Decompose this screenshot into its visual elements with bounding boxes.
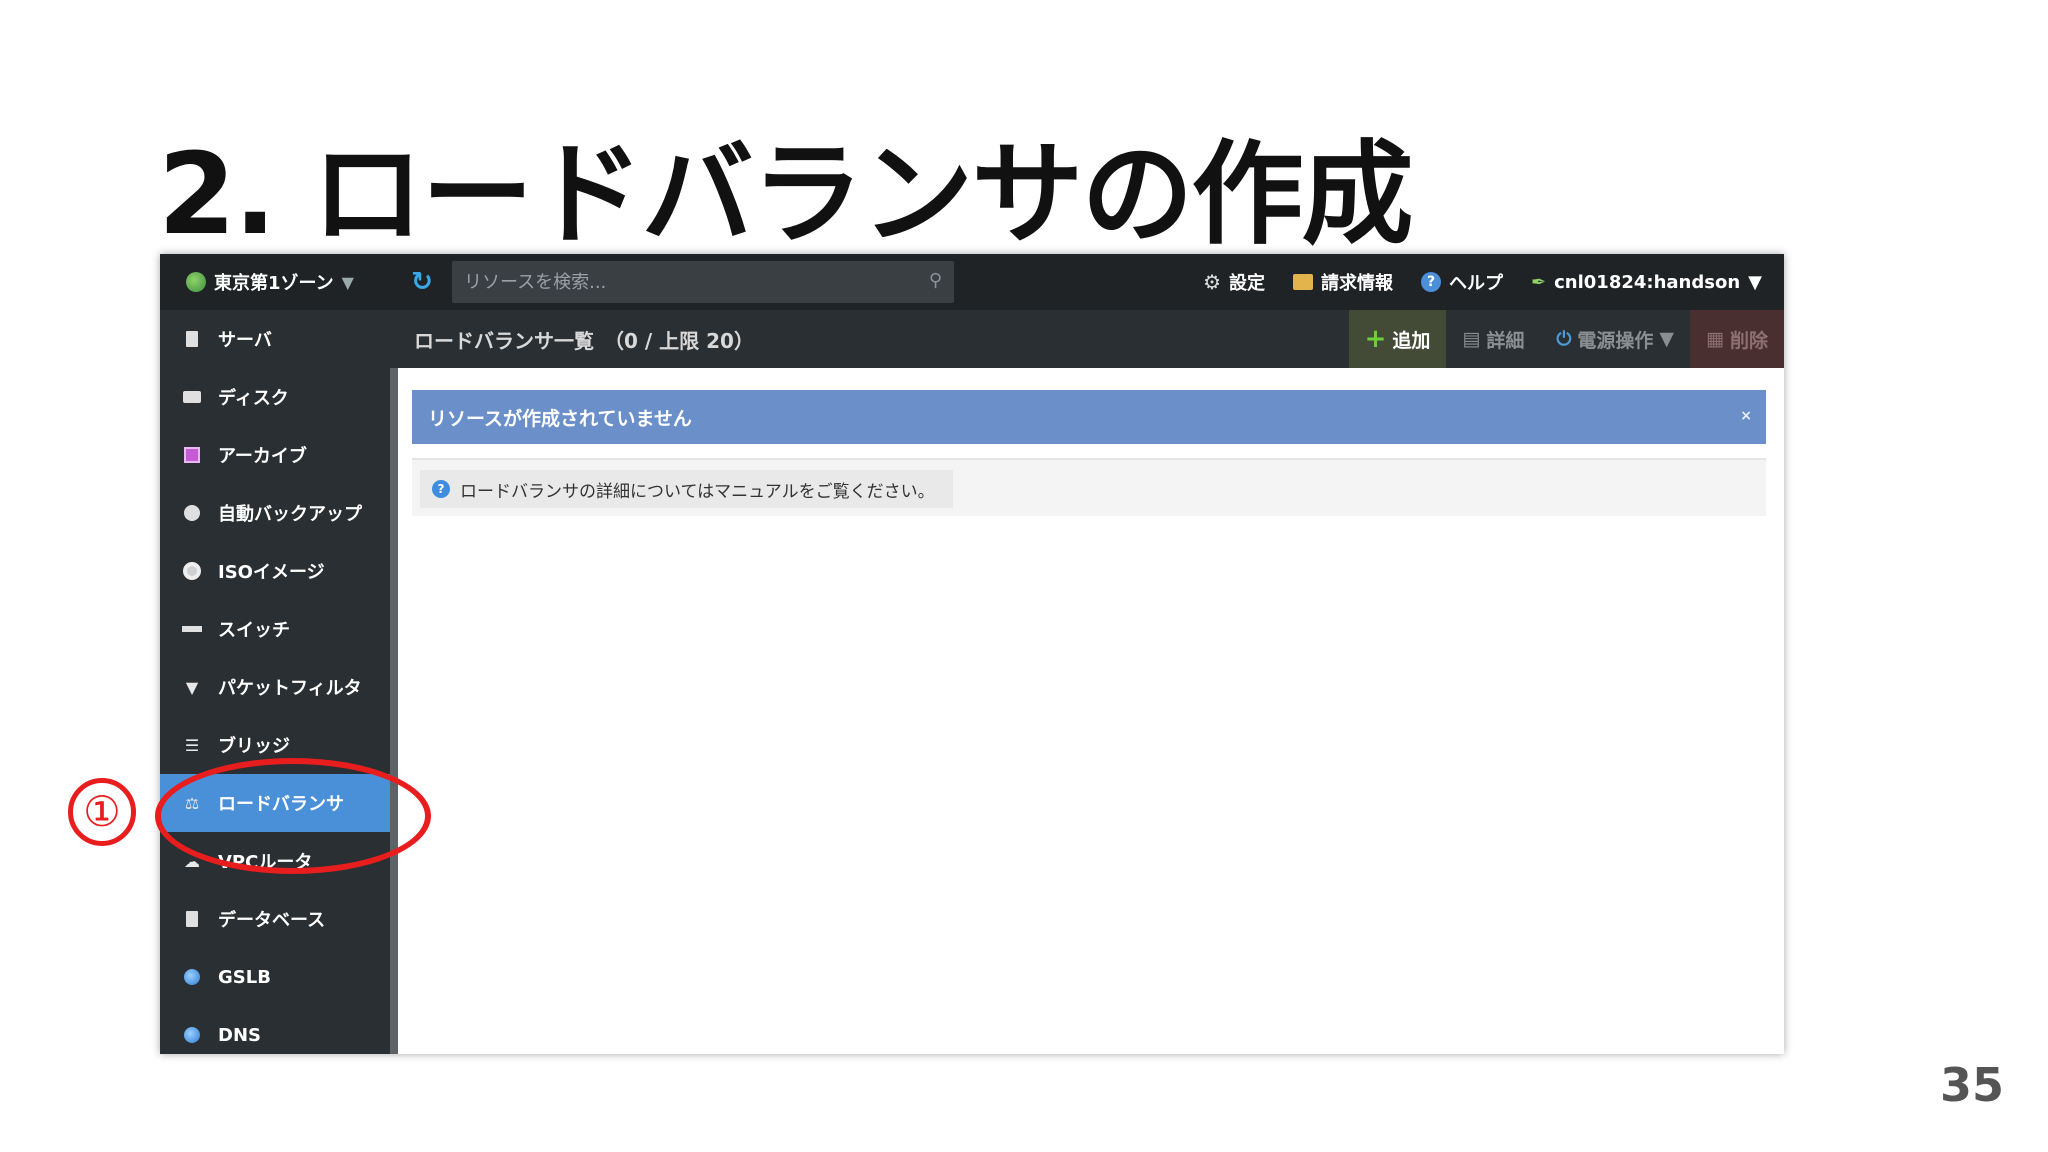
add-button[interactable]: + 追加 [1348, 310, 1447, 368]
sidebar-item-bridge[interactable]: ☰ ブリッジ [160, 716, 390, 774]
sidebar-item-disk[interactable]: ディスク [160, 368, 390, 426]
billing-icon [1293, 274, 1314, 290]
trash-icon: ▦ [1706, 328, 1724, 350]
dns-icon [182, 1025, 202, 1045]
sidebar: サーバ ディスク アーカイブ 自動バックアップ ISOイメージ スイッチ ▼ パ… [160, 310, 390, 1054]
help-label: ヘルプ [1449, 273, 1504, 294]
sidebar-item-label: パケットフィルタ [218, 678, 362, 699]
close-icon[interactable]: × [1740, 408, 1752, 424]
filter-icon: ▼ [185, 677, 199, 697]
sidebar-item-iso[interactable]: ISOイメージ [160, 542, 390, 600]
bridge-icon: ☰ [184, 735, 200, 755]
help-link[interactable]: ? ヘルプ [1421, 269, 1503, 295]
zone-label: 東京第1ゾーン [214, 273, 334, 294]
sidebar-item-auto-backup[interactable]: 自動バックアップ [160, 484, 390, 542]
sidebar-item-archive[interactable]: アーカイブ [160, 426, 390, 484]
sidebar-item-vpc-router[interactable]: ☁ VPCルータ [160, 832, 390, 890]
slide-title: 2. ロードバランサの作成 [158, 130, 1413, 260]
sidebar-item-label: スイッチ [218, 620, 290, 641]
detail-label: 詳細 [1486, 329, 1525, 352]
question-icon: ? [432, 480, 450, 498]
help-icon: ? [1421, 272, 1442, 292]
billing-label: 請求情報 [1321, 273, 1394, 294]
settings-link[interactable]: ⚙ 設定 [1203, 269, 1265, 295]
search-input[interactable] [452, 261, 954, 303]
caret-down-icon: ▼ [1659, 328, 1675, 350]
pen-icon: ✒ [1531, 271, 1547, 293]
server-icon [182, 329, 202, 349]
caret-down-icon: ▼ [341, 272, 354, 292]
cloud-icon: ☁ [184, 851, 200, 871]
sidebar-item-server[interactable]: サーバ [160, 310, 390, 368]
sidebar-item-label: DNS [218, 1024, 261, 1046]
sidebar-item-label: 自動バックアップ [218, 504, 362, 525]
main-content: リソースが作成されていません × ? ロードバランサの詳細についてはマニュアルを… [390, 368, 1784, 1054]
list-title: ロードバランサ一覧 （0 / 上限 20） [414, 328, 754, 353]
sidebar-item-label: ブリッジ [218, 736, 290, 757]
sidebar-item-gslb[interactable]: GSLB [160, 948, 390, 1006]
manual-info: ? ロードバランサの詳細についてはマニュアルをご覧ください。 [420, 470, 953, 508]
sidebar-item-label: VPCルータ [218, 852, 313, 873]
detail-button[interactable]: ▤ 詳細 [1446, 310, 1540, 368]
globe-icon [186, 272, 206, 292]
refresh-icon[interactable]: ↻ [392, 267, 452, 297]
add-label: 追加 [1392, 329, 1431, 352]
alert-text: リソースが作成されていません [428, 407, 692, 430]
delete-label: 削除 [1729, 329, 1768, 352]
sidebar-item-label: データベース [218, 910, 326, 931]
screenshot-frame: 東京第1ゾーン ▼ ↻ ⚲ ⚙ 設定 請求情報 ? ヘルプ ✒ cnl01824… [160, 254, 1784, 1054]
gear-icon: ⚙ [1203, 270, 1222, 294]
power-label: 電源操作 [1577, 329, 1654, 352]
sidebar-item-database[interactable]: データベース [160, 890, 390, 948]
caret-down-icon: ▼ [1748, 271, 1762, 293]
clock-icon [182, 503, 202, 523]
info-text: ロードバランサの詳細についてはマニュアルをご覧ください。 [460, 481, 935, 502]
page-number: 35 [1939, 1058, 2004, 1112]
empty-alert: リソースが作成されていません × [412, 390, 1766, 444]
user-label: cnl01824:handson [1554, 271, 1741, 293]
sidebar-item-switch[interactable]: スイッチ [160, 600, 390, 658]
sidebar-item-label: ディスク [218, 388, 289, 409]
archive-icon [182, 445, 202, 465]
search-icon: ⚲ [928, 270, 942, 291]
load-balancer-icon: ⚖ [184, 793, 200, 813]
top-bar: 東京第1ゾーン ▼ ↻ ⚲ ⚙ 設定 請求情報 ? ヘルプ ✒ cnl01824… [160, 254, 1784, 310]
database-icon [182, 909, 202, 929]
search-wrapper: ⚲ [452, 261, 954, 303]
sidebar-item-label: ISOイメージ [218, 562, 325, 583]
cd-icon [182, 561, 202, 581]
top-bar-links: ⚙ 設定 請求情報 ? ヘルプ ✒ cnl01824:handson ▼ [1203, 269, 1784, 295]
delete-button[interactable]: ▦ 削除 [1690, 310, 1784, 368]
plus-icon: + [1364, 324, 1387, 354]
sidebar-item-dns[interactable]: DNS [160, 1006, 390, 1054]
sidebar-item-label: GSLB [218, 966, 271, 988]
power-icon: ⏻ [1556, 328, 1572, 350]
sidebar-item-label: ロードバランサ [218, 794, 344, 815]
billing-link[interactable]: 請求情報 [1293, 269, 1393, 295]
info-strip: ? ロードバランサの詳細についてはマニュアルをご覧ください。 [412, 458, 1766, 516]
step-marker: ① [68, 778, 136, 846]
content-header: ロードバランサ一覧 （0 / 上限 20） + 追加 ▤ 詳細 ⏻ 電源操作 ▼… [390, 310, 1784, 368]
disk-icon [182, 387, 202, 407]
header-actions: + 追加 ▤ 詳細 ⏻ 電源操作 ▼ ▦ 削除 [1348, 310, 1784, 368]
switch-icon [182, 619, 202, 639]
user-menu[interactable]: ✒ cnl01824:handson ▼ [1531, 272, 1762, 293]
sidebar-item-load-balancer[interactable]: ⚖ ロードバランサ [160, 774, 390, 832]
book-icon: ▤ [1462, 328, 1481, 350]
sidebar-item-label: サーバ [218, 330, 272, 351]
sidebar-item-label: アーカイブ [218, 446, 307, 467]
gslb-icon [182, 967, 202, 987]
sidebar-item-packet-filter[interactable]: ▼ パケットフィルタ [160, 658, 390, 716]
power-button[interactable]: ⏻ 電源操作 ▼ [1540, 310, 1690, 368]
settings-label: 設定 [1229, 273, 1266, 294]
zone-selector[interactable]: 東京第1ゾーン ▼ [160, 269, 392, 295]
